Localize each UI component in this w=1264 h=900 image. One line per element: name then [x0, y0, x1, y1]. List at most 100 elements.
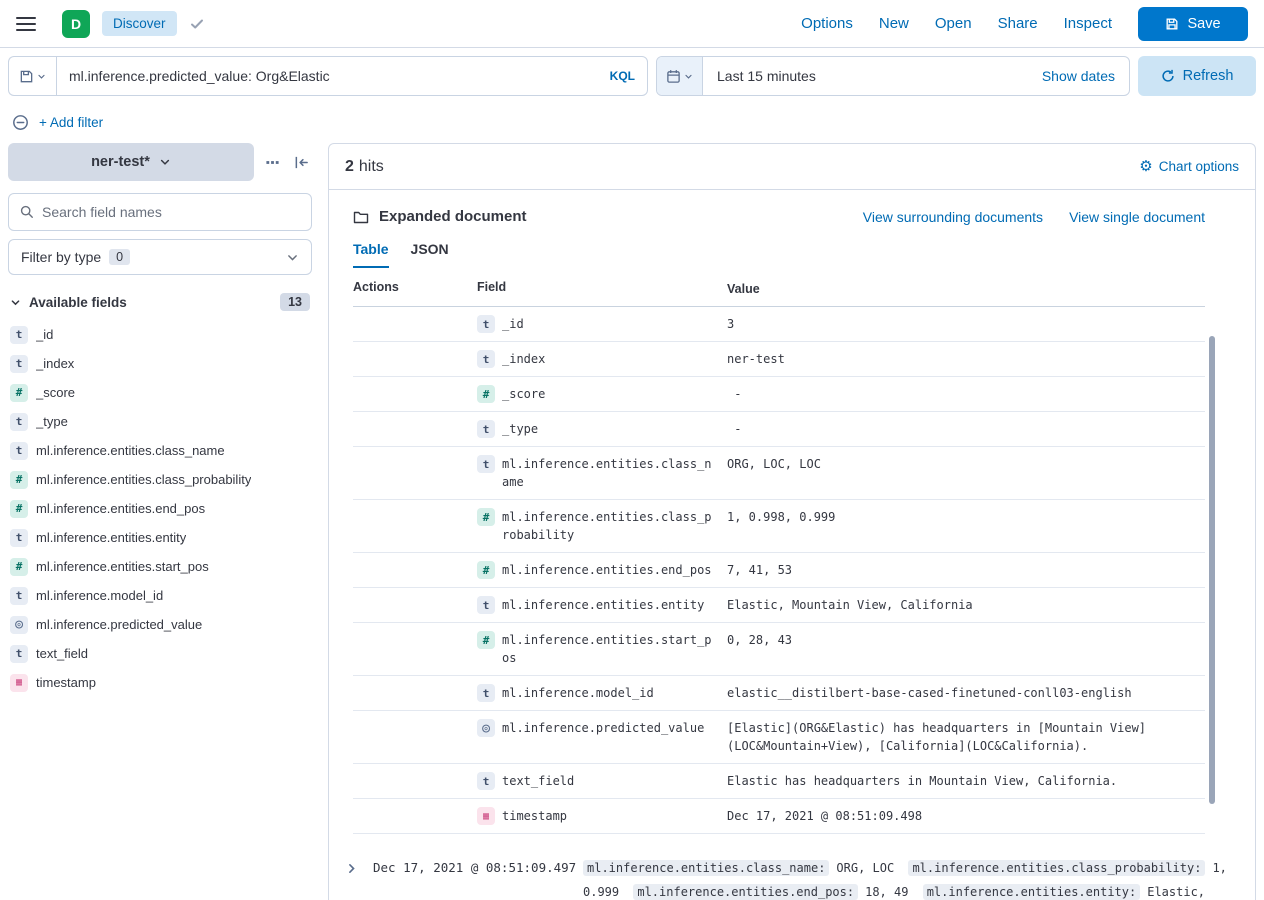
menu-icon[interactable] [16, 17, 36, 31]
expanded-document-title: Expanded document [379, 208, 527, 225]
save-button-label: Save [1187, 16, 1220, 32]
field-search-input[interactable] [42, 204, 300, 220]
sidebar-field-item[interactable]: t _index [8, 349, 312, 378]
doc-table-row: ▦ timestamp Dec 17, 2021 @ 08:51:09.498 [353, 799, 1205, 834]
field-name: _id [502, 315, 524, 333]
filter-by-type-count: 0 [109, 249, 130, 265]
sidebar-field-item[interactable]: # ml.inference.entities.start_pos [8, 552, 312, 581]
field-type-icon: # [477, 631, 495, 649]
doc-table-row: t ml.inference.entities.entity Elastic, … [353, 588, 1205, 623]
summary-field-badge: ml.inference.entities.class_probability: [908, 860, 1205, 876]
saved-query-menu-button[interactable] [8, 56, 56, 96]
view-single-document-link[interactable]: View single document [1069, 209, 1205, 225]
sidebar-field-item[interactable]: t ml.inference.entities.class_name [8, 436, 312, 465]
chart-options-button[interactable]: ⚙ Chart options [1139, 159, 1239, 174]
field-search-box [8, 193, 312, 231]
space-avatar[interactable]: D [62, 10, 90, 38]
sidebar-field-item[interactable]: # ml.inference.entities.class_probabilit… [8, 465, 312, 494]
field-name: ml.inference.predicted_value [36, 617, 202, 632]
chevron-down-icon [159, 156, 171, 168]
column-header-value: Value [727, 280, 1205, 298]
query-language-button[interactable]: KQL [610, 69, 635, 83]
data-view-name: ner-test* [91, 154, 150, 170]
header-nav-link[interactable]: Inspect [1064, 15, 1112, 32]
breadcrumb[interactable]: Discover [102, 11, 177, 36]
field-value: Dec 17, 2021 @ 08:51:09.498 [727, 807, 1205, 825]
summary-pair: ml.inference.entities.end_pos:18, 49 [633, 885, 915, 899]
sidebar-field-item[interactable]: ▦ timestamp [8, 668, 312, 697]
folder-icon [353, 209, 369, 225]
doc-row-field: t ml.inference.entities.class_name [477, 455, 727, 491]
field-value: 1, 0.998, 0.999 [727, 508, 1205, 526]
query-group: KQL [8, 56, 648, 96]
doc-table-row: # ml.inference.entities.class_probabilit… [353, 500, 1205, 553]
expand-document-button[interactable] [341, 858, 361, 878]
filter-by-type[interactable]: Filter by type 0 [8, 239, 312, 275]
field-name: ml.inference.predicted_value [502, 719, 704, 737]
refresh-button[interactable]: Refresh [1138, 56, 1256, 96]
query-bar: KQL Last 15 minutes Show dates Refresh [0, 48, 1264, 104]
field-value: 0, 28, 43 [727, 631, 1205, 649]
chart-options-label: Chart options [1159, 159, 1239, 174]
calendar-icon [666, 69, 681, 84]
doc-table-row: t text_field Elastic has headquarters in… [353, 764, 1205, 799]
search-icon [20, 205, 34, 219]
sidebar-field-item[interactable]: # _score [8, 378, 312, 407]
add-filter-button[interactable]: + Add filter [39, 115, 103, 130]
doc-table-row: # ml.inference.entities.start_pos 0, 28,… [353, 623, 1205, 676]
field-type-icon: t [477, 772, 495, 790]
field-value: - [727, 420, 1205, 438]
sidebar-field-item[interactable]: t _id [8, 320, 312, 349]
field-type-icon: ▦ [10, 674, 28, 692]
header-nav-link[interactable]: New [879, 15, 909, 32]
field-name: timestamp [502, 807, 567, 825]
field-list: t _id t _index # _score t _type t ml.inf… [8, 320, 312, 697]
scrollbar-thumb[interactable] [1209, 336, 1215, 804]
doc-table-row: t _id 3 [353, 307, 1205, 342]
sidebar-field-item[interactable]: t _type [8, 407, 312, 436]
sidebar-field-item[interactable]: t ml.inference.entities.entity [8, 523, 312, 552]
field-type-icon: t [477, 315, 495, 333]
header-nav-link[interactable]: Open [935, 15, 972, 32]
field-type-icon: # [10, 384, 28, 402]
field-name: text_field [502, 772, 574, 790]
field-type-icon: t [477, 420, 495, 438]
sidebar-field-item[interactable]: t text_field [8, 639, 312, 668]
show-dates-button[interactable]: Show dates [1042, 68, 1129, 84]
field-name: _index [502, 350, 545, 368]
field-name: ml.inference.entities.entity [36, 530, 186, 545]
time-range-value[interactable]: Last 15 minutes [703, 68, 830, 84]
query-input-wrap: KQL [56, 56, 648, 96]
doc-table-row: t ml.inference.entities.class_name ORG, … [353, 447, 1205, 500]
filter-set-icon[interactable] [12, 114, 29, 131]
sidebar-field-item[interactable]: ◎ ml.inference.predicted_value [8, 610, 312, 639]
page-body: ner-test* Filter by type 0 [0, 133, 1264, 900]
header-nav-link[interactable]: Share [998, 15, 1038, 32]
field-value: - [727, 385, 1205, 403]
saved-query-icon [19, 69, 34, 84]
field-name: ml.inference.entities.class_name [36, 443, 225, 458]
field-settings-button[interactable] [261, 151, 283, 173]
doc-row-field: t _id [477, 315, 727, 333]
summary-field-badge: ml.inference.entities.class_name: [583, 860, 829, 876]
collapse-sidebar-button[interactable] [290, 151, 312, 173]
available-fields-toggle[interactable]: Available fields 13 [8, 293, 312, 311]
check-icon [189, 16, 205, 32]
expanded-document-header: Expanded document View surrounding docum… [353, 208, 1205, 225]
collapse-left-icon [294, 155, 309, 170]
date-picker-menu-button[interactable] [657, 57, 703, 95]
query-input[interactable] [57, 57, 647, 95]
field-type-icon: t [10, 529, 28, 547]
tab-table[interactable]: Table [353, 241, 389, 268]
header-nav-link[interactable]: Options [801, 15, 853, 32]
view-surrounding-documents-link[interactable]: View surrounding documents [863, 209, 1043, 225]
date-picker: Last 15 minutes Show dates [656, 56, 1130, 96]
data-view-row: ner-test* [8, 143, 312, 181]
document-summary[interactable]: ml.inference.entities.class_name:ORG, LO… [583, 856, 1255, 900]
data-view-picker[interactable]: ner-test* [8, 143, 254, 181]
sidebar-field-item[interactable]: t ml.inference.model_id [8, 581, 312, 610]
tab-json[interactable]: JSON [411, 241, 449, 268]
save-button[interactable]: Save [1138, 7, 1248, 41]
sidebar-field-item[interactable]: # ml.inference.entities.end_pos [8, 494, 312, 523]
chevron-down-icon [684, 72, 693, 81]
